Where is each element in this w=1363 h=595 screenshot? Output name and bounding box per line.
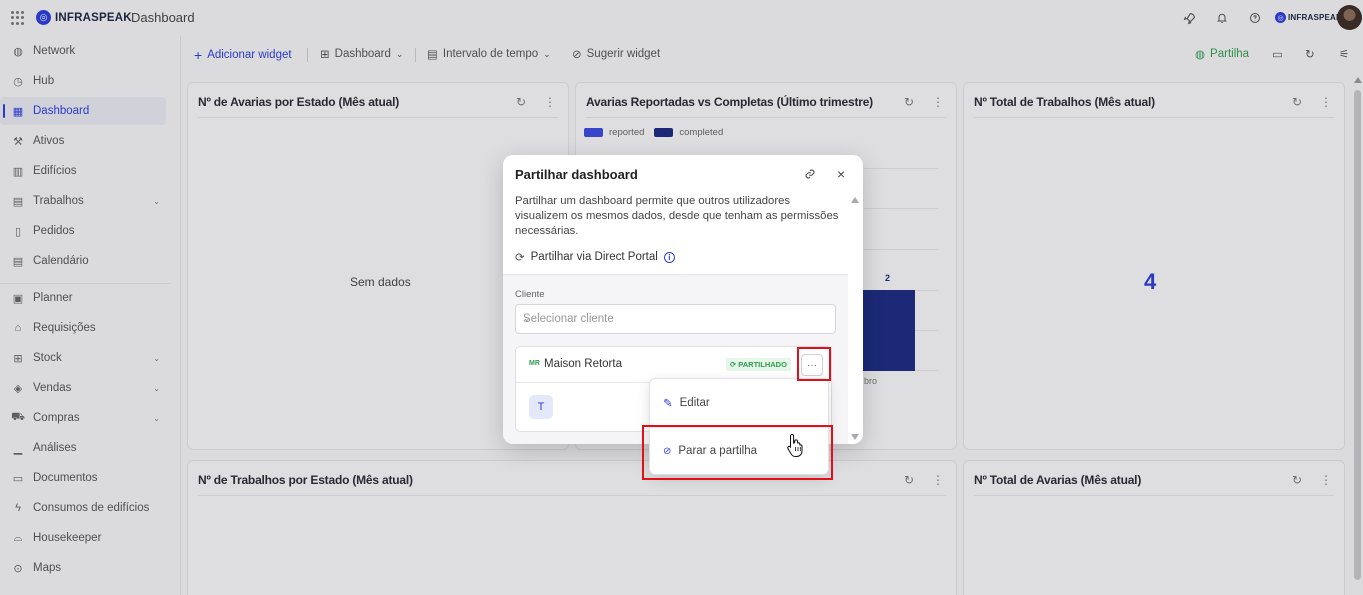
link-icon[interactable] [804,168,816,183]
sync-icon: ⟳ [515,252,525,264]
info-icon[interactable]: i [663,251,675,263]
hand-cursor-icon [786,432,806,458]
modal-title: Partilhar dashboard [515,167,638,182]
modal-description: Partilhar um dashboard permite que outro… [515,195,839,237]
client-select[interactable]: Selecionar cliente ⌄ [515,304,836,334]
menu-item-edit[interactable]: ✎ Editar [650,383,830,423]
highlight-more-options [797,347,831,381]
client-initials: MR [529,360,540,367]
menu-item-edit-label: Editar [679,397,710,409]
close-icon[interactable]: × [837,166,845,182]
chevron-down-icon: ⌄ [523,313,531,323]
pencil-icon: ✎ [663,398,673,410]
shared-status-badge: ⟳ PARTILHADO [726,358,791,371]
shared-status-label: PARTILHADO [738,360,787,369]
client-name: Maison Retorta [544,358,622,370]
sync-icon: ⟳ [730,360,737,369]
direct-portal-label: Partilhar via Direct Portal [530,251,658,263]
direct-portal-share[interactable]: ⟳ Partilhar via Direct Portal i [515,250,675,264]
client-field-label: Cliente [515,289,545,300]
shared-user-avatar: T [529,395,553,419]
modal-scroll-down-arrow[interactable] [851,434,859,440]
modal-scroll-up-arrow[interactable] [851,197,859,203]
